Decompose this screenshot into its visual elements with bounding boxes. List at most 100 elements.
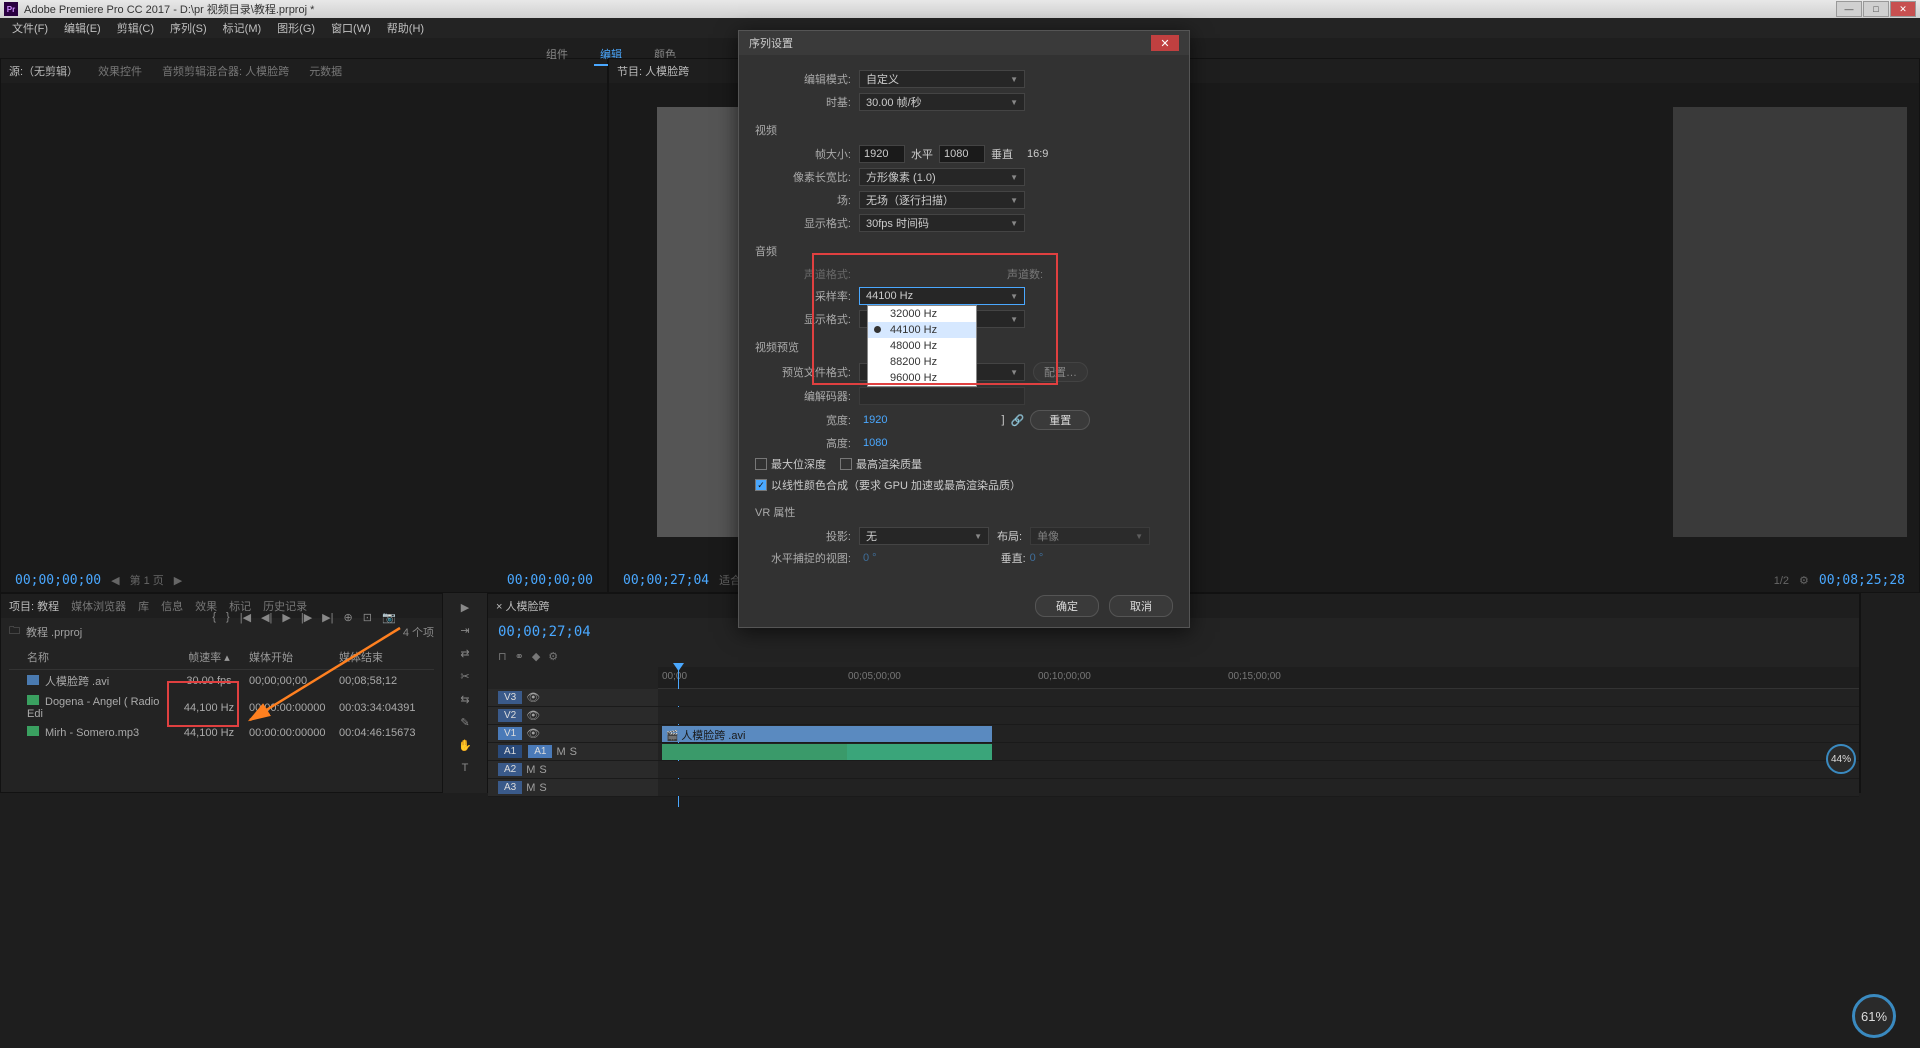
- sample-rate-option[interactable]: 32000 Hz: [868, 306, 976, 322]
- goto-out-icon[interactable]: ▶|: [322, 611, 333, 624]
- col-media-end[interactable]: 媒体结束: [339, 649, 429, 665]
- track-header-a2[interactable]: A2MS: [488, 761, 658, 778]
- video-section-label: 视频: [755, 116, 1173, 140]
- program-timecode[interactable]: 00;00;27;04: [623, 573, 709, 588]
- audio-clip[interactable]: [662, 744, 847, 760]
- col-framerate[interactable]: 帧速率 ▴: [169, 649, 249, 665]
- mark-out-icon[interactable]: }: [226, 611, 230, 624]
- linked-selection-icon[interactable]: ⚭: [515, 650, 524, 663]
- sample-rate-option[interactable]: 96000 Hz: [868, 370, 976, 386]
- play-icon[interactable]: ▶: [282, 611, 290, 624]
- menu-window[interactable]: 窗口(W): [323, 20, 379, 36]
- projection-select[interactable]: 无▼: [859, 527, 989, 545]
- project-tab[interactable]: 项目: 教程: [9, 598, 59, 614]
- info-tab[interactable]: 信息: [161, 598, 183, 614]
- max-depth-checkbox[interactable]: [755, 458, 767, 470]
- minimize-button[interactable]: —: [1836, 1, 1862, 17]
- audio-clip[interactable]: [847, 744, 992, 760]
- track-header-v2[interactable]: V2👁: [488, 707, 658, 724]
- frame-width-input[interactable]: [859, 145, 905, 163]
- pen-tool-icon[interactable]: ✎: [460, 716, 469, 729]
- sample-rate-dropdown: 32000 Hz 44100 Hz 48000 Hz 88200 Hz 9600…: [867, 305, 977, 387]
- menu-help[interactable]: 帮助(H): [379, 20, 432, 36]
- track-select-icon[interactable]: ⇥: [460, 624, 469, 637]
- config-button[interactable]: 配置…: [1033, 362, 1088, 382]
- fields-select[interactable]: 无场（逐行扫描）▼: [859, 191, 1025, 209]
- metadata-tab[interactable]: 元数据: [309, 63, 342, 79]
- edit-mode-select[interactable]: 自定义▼: [859, 70, 1025, 88]
- track-header-v3[interactable]: V3👁: [488, 689, 658, 706]
- hand-tool-icon[interactable]: ✋: [458, 739, 472, 752]
- insert-icon[interactable]: ⊕: [344, 611, 353, 624]
- link-icon[interactable]: 🔗: [1011, 414, 1025, 427]
- ripple-edit-icon[interactable]: ⇄: [460, 647, 469, 660]
- sample-rate-option[interactable]: 48000 Hz: [868, 338, 976, 354]
- menu-edit[interactable]: 编辑(E): [56, 20, 109, 36]
- razor-tool-icon[interactable]: ✂: [460, 670, 469, 683]
- program-tab[interactable]: 节目: 人模脸跨: [617, 63, 689, 79]
- bin-icon: 🗀: [9, 622, 20, 641]
- video-clip[interactable]: 🎬 人模脸跨 .avi: [662, 726, 992, 742]
- preview-height[interactable]: 1080: [859, 437, 891, 449]
- maximize-button[interactable]: □: [1863, 1, 1889, 17]
- menu-clip[interactable]: 剪辑(C): [109, 20, 162, 36]
- marker-icon[interactable]: ◆: [532, 650, 540, 663]
- sample-rate-option[interactable]: 88200 Hz: [868, 354, 976, 370]
- menu-markers[interactable]: 标记(M): [215, 20, 270, 36]
- frame-height-input[interactable]: [939, 145, 985, 163]
- sample-rate-select[interactable]: 44100 Hz▼: [859, 287, 1025, 305]
- table-row[interactable]: Dogena - Angel ( Radio Edi 44,100 Hz 00:…: [9, 692, 434, 723]
- step-back-icon[interactable]: ◀|: [261, 611, 272, 624]
- resolution-selector[interactable]: 1/2: [1774, 575, 1789, 587]
- ok-button[interactable]: 确定: [1035, 595, 1099, 617]
- linear-color-checkbox[interactable]: ✓: [755, 479, 767, 491]
- dialog-close-button[interactable]: ✕: [1151, 35, 1179, 51]
- table-row[interactable]: Mirh - Somero.mp3 44,100 Hz 00:00:00:000…: [9, 723, 434, 742]
- snap-icon[interactable]: ⊓: [498, 650, 507, 663]
- type-tool-icon[interactable]: T: [462, 762, 469, 774]
- max-quality-checkbox[interactable]: [840, 458, 852, 470]
- export-frame-icon[interactable]: 📷: [382, 611, 396, 624]
- track-header-a3[interactable]: A3MS: [488, 779, 658, 796]
- chevron-down-icon: ▼: [1010, 292, 1018, 301]
- cancel-button[interactable]: 取消: [1109, 595, 1173, 617]
- track-header-a1[interactable]: A1A1MS: [488, 743, 658, 760]
- chevron-down-icon: ▼: [1010, 315, 1018, 324]
- reset-button[interactable]: 重置: [1030, 410, 1090, 430]
- close-button[interactable]: ✕: [1890, 1, 1916, 17]
- preview-width[interactable]: 1920: [859, 414, 891, 426]
- settings-icon[interactable]: ⚙: [548, 650, 558, 663]
- media-browser-tab[interactable]: 媒体浏览器: [71, 598, 126, 614]
- sample-rate-option[interactable]: 44100 Hz: [868, 322, 976, 338]
- workspace-tab-components[interactable]: 组件: [540, 44, 574, 66]
- source-timecode[interactable]: 00;00;00;00: [15, 573, 101, 588]
- timeline-timecode[interactable]: 00;00;27;04: [498, 624, 591, 640]
- col-name[interactable]: 名称: [9, 649, 169, 665]
- col-media-start[interactable]: 媒体开始: [249, 649, 339, 665]
- goto-in-icon[interactable]: |◀: [240, 611, 251, 624]
- video-display-format-select[interactable]: 30fps 时间码▼: [859, 214, 1025, 232]
- window-title: Adobe Premiere Pro CC 2017 - D:\pr 视频目录\…: [24, 1, 314, 17]
- library-tab[interactable]: 库: [138, 598, 149, 614]
- layout-select: 单像▼: [1030, 527, 1150, 545]
- mark-in-icon[interactable]: {: [212, 611, 216, 624]
- timeline-sequence-tab[interactable]: × 人模脸跨: [496, 598, 549, 614]
- menu-sequence[interactable]: 序列(S): [162, 20, 215, 36]
- source-tab[interactable]: 源:（无剪辑）: [9, 63, 78, 79]
- pixel-aspect-select[interactable]: 方形像素 (1.0)▼: [859, 168, 1025, 186]
- timebase-select[interactable]: 30.00 帧/秒▼: [859, 93, 1025, 111]
- track-header-v1[interactable]: V1👁: [488, 725, 658, 742]
- audio-mixer-tab[interactable]: 音频剪辑混合器: 人模脸跨: [162, 63, 289, 79]
- menu-graphics[interactable]: 图形(G): [269, 20, 323, 36]
- settings-icon[interactable]: ⚙: [1799, 574, 1809, 587]
- tools-panel: ▶ ⇥ ⇄ ✂ ⇆ ✎ ✋ T: [443, 593, 487, 793]
- menu-file[interactable]: 文件(F): [4, 20, 56, 36]
- slip-tool-icon[interactable]: ⇆: [460, 693, 469, 706]
- table-row[interactable]: 人模脸跨 .avi 30.00 fps 00;00;00;00 00;08;58…: [9, 670, 434, 692]
- program-duration: 00;08;25;28: [1819, 573, 1905, 588]
- timeline-ruler[interactable]: 00;00 00;05;00;00 00;10;00;00 00;15;00;0…: [658, 667, 1859, 689]
- selection-tool-icon[interactable]: ▶: [461, 601, 469, 614]
- step-fwd-icon[interactable]: |▶: [301, 611, 312, 624]
- overwrite-icon[interactable]: ⊡: [363, 611, 372, 624]
- effect-controls-tab[interactable]: 效果控件: [98, 63, 142, 79]
